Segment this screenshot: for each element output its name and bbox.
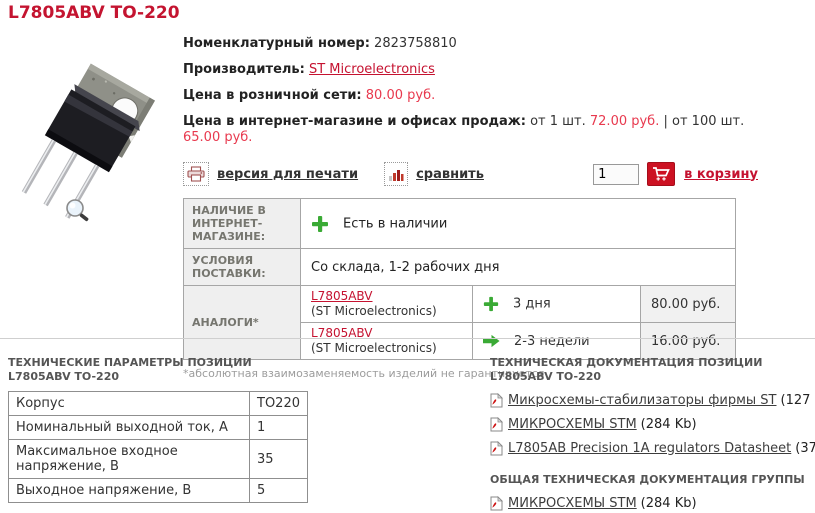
product-photo[interactable] bbox=[0, 60, 178, 310]
group-docs-list: МИКРОСХЕМЫ STM (284 Kb) bbox=[490, 494, 815, 512]
param-value: 5 bbox=[249, 478, 308, 503]
manufacturer-link[interactable]: ST Microelectronics bbox=[309, 62, 435, 77]
tech-params-subtitle: L7805ABV TO-220 bbox=[8, 370, 120, 383]
param-name: Корпус bbox=[8, 391, 250, 416]
pdf-icon bbox=[490, 440, 503, 455]
online-price-label: Цена в интернет-магазине и офисах продаж… bbox=[183, 114, 526, 129]
doc-size: (284 Kb) bbox=[640, 495, 697, 511]
online-price1: 72.00 руб. bbox=[589, 114, 660, 129]
analog-delivery-cell: 3 дня bbox=[472, 285, 641, 323]
nomenclature-value: 2823758810 bbox=[374, 36, 457, 51]
section-divider bbox=[0, 338, 815, 339]
list-item: МИКРОСХЕМЫ STM (284 Kb) bbox=[490, 415, 815, 433]
param-value: TO220 bbox=[249, 391, 308, 416]
print-button[interactable] bbox=[183, 162, 209, 186]
page-title: L7805ABV TO-220 bbox=[8, 3, 180, 23]
doc-link[interactable]: L7805AB Precision 1A regulators Datashee… bbox=[508, 441, 791, 456]
pdf-icon bbox=[490, 495, 503, 510]
tech-params-table: Корпус TO220 Номинальный выходной ток, А… bbox=[8, 391, 308, 503]
product-page: L7805ABV TO-220 Номенклатурный номер: 28… bbox=[0, 0, 815, 513]
to220-package-image bbox=[21, 63, 155, 219]
table-row: Номинальный выходной ток, А 1 bbox=[8, 415, 308, 440]
online-price2: 65.00 руб. bbox=[183, 130, 253, 145]
retail-price-line: Цена в розничной сети: 80.00 руб. bbox=[183, 88, 758, 104]
analog-delivery: 3 дня bbox=[513, 296, 551, 312]
cart-icon bbox=[653, 167, 670, 181]
doc-size: (127 Kb) bbox=[780, 392, 815, 408]
nomenclature-label: Номенклатурный номер: bbox=[183, 36, 370, 51]
online-qty2: от 100 шт. bbox=[672, 114, 745, 129]
availability-table: НАЛИЧИЕ В ИНТЕРНЕТ-МАГАЗИНЕ: Есть в нали… bbox=[183, 198, 736, 360]
plus-icon bbox=[312, 215, 328, 232]
param-value: 35 bbox=[249, 439, 308, 479]
param-name: Максимальное входное напряжение, В bbox=[8, 439, 250, 479]
arrow-right-icon bbox=[483, 334, 500, 348]
analog-name-cell: L7805ABV (ST Microelectronics) bbox=[300, 285, 473, 323]
doc-size: (372 Kb) bbox=[795, 440, 815, 456]
availability-label: НАЛИЧИЕ В ИНТЕРНЕТ-МАГАЗИНЕ: bbox=[183, 198, 301, 249]
bar-chart-icon bbox=[389, 170, 404, 181]
online-price-line: Цена в интернет-магазине и офисах продаж… bbox=[183, 114, 758, 146]
docs-title: ТЕХНИЧЕСКАЯ ДОКУМЕНТАЦИЯ ПОЗИЦИИ bbox=[490, 356, 763, 369]
product-toolbar: версия для печати сравнить в корзину bbox=[183, 160, 758, 188]
param-value: 1 bbox=[249, 415, 308, 440]
analogs-label: АНАЛОГИ* bbox=[183, 285, 301, 360]
analog-price: 80.00 руб. bbox=[640, 285, 736, 323]
param-name: Номинальный выходной ток, А bbox=[8, 415, 250, 440]
tech-params-section: ТЕХНИЧЕСКИЕ ПАРАМЕТРЫ ПОЗИЦИИ L7805ABV T… bbox=[8, 356, 308, 503]
product-info: Номенклатурный номер: 2823758810 Произво… bbox=[183, 36, 758, 380]
analog-delivery: 2-3 недели bbox=[514, 333, 590, 349]
plus-icon bbox=[483, 296, 499, 312]
doc-size: (284 Kb) bbox=[640, 416, 697, 432]
analog-name-cell: L7805ABV (ST Microelectronics) bbox=[300, 322, 473, 360]
print-version-link[interactable]: версия для печати bbox=[217, 167, 358, 182]
doc-link[interactable]: Микросхемы-стабилизаторы фирмы ST bbox=[508, 393, 777, 408]
analog-link[interactable]: L7805ABV bbox=[311, 289, 373, 303]
pdf-icon bbox=[490, 392, 503, 407]
nomenclature-line: Номенклатурный номер: 2823758810 bbox=[183, 36, 758, 52]
docs-section: ТЕХНИЧЕСКАЯ ДОКУМЕНТАЦИЯ ПОЗИЦИИ L7805AB… bbox=[490, 356, 815, 513]
doc-link[interactable]: МИКРОСХЕМЫ STM bbox=[508, 496, 637, 511]
table-row: Выходное напряжение, В 5 bbox=[8, 478, 308, 503]
doc-link[interactable]: МИКРОСХЕМЫ STM bbox=[508, 417, 637, 432]
manufacturer-label: Производитель: bbox=[183, 62, 305, 77]
online-qty1: от 1 шт. bbox=[530, 114, 586, 129]
compare-link[interactable]: сравнить bbox=[416, 167, 484, 182]
analog-price: 16.00 руб. bbox=[640, 322, 736, 360]
param-name: Выходное напряжение, В bbox=[8, 478, 250, 503]
retail-price-value: 80.00 руб. bbox=[365, 88, 436, 103]
quantity-input[interactable] bbox=[593, 163, 640, 185]
delivery-terms-value: Со склада, 1-2 рабочих дня bbox=[300, 248, 736, 286]
list-item: МИКРОСХЕМЫ STM (284 Kb) bbox=[490, 494, 815, 512]
docs-subtitle: L7805ABV TO-220 bbox=[490, 370, 602, 383]
tech-params-title: ТЕХНИЧЕСКИЕ ПАРАМЕТРЫ ПОЗИЦИИ bbox=[8, 356, 252, 369]
analog-row: АНАЛОГИ* L7805ABV (ST Microelectronics) … bbox=[183, 285, 736, 360]
manufacturer-line: Производитель: ST Microelectronics bbox=[183, 62, 758, 78]
table-row: Максимальное входное напряжение, В 35 bbox=[8, 439, 308, 479]
docs-list: Микросхемы-стабилизаторы фирмы ST (127 K… bbox=[490, 391, 815, 457]
availability-row: НАЛИЧИЕ В ИНТЕРНЕТ-МАГАЗИНЕ: Есть в нали… bbox=[183, 198, 736, 249]
price-separator: | bbox=[663, 114, 668, 129]
pdf-icon bbox=[490, 416, 503, 431]
compare-button[interactable] bbox=[384, 162, 409, 186]
list-item: L7805AB Precision 1A regulators Datashee… bbox=[490, 439, 815, 457]
availability-status: Есть в наличии bbox=[343, 216, 448, 231]
delivery-terms-row: УСЛОВИЯ ПОСТАВКИ: Со склада, 1-2 рабочих… bbox=[183, 248, 736, 286]
magnifier-icon[interactable] bbox=[62, 196, 92, 226]
retail-price-label: Цена в розничной сети: bbox=[183, 88, 362, 103]
delivery-terms-label: УСЛОВИЯ ПОСТАВКИ: bbox=[183, 248, 301, 286]
add-to-cart-link[interactable]: в корзину bbox=[684, 167, 758, 182]
analog-delivery-cell: 2-3 недели bbox=[472, 322, 641, 360]
add-to-cart-button[interactable] bbox=[647, 162, 676, 186]
list-item: Микросхемы-стабилизаторы фирмы ST (127 K… bbox=[490, 391, 815, 409]
analog-manufacturer: (ST Microelectronics) bbox=[311, 304, 437, 318]
table-row: Корпус TO220 bbox=[8, 391, 308, 416]
group-docs-title: ОБЩАЯ ТЕХНИЧЕСКАЯ ДОКУМЕНТАЦИЯ ГРУППЫ bbox=[490, 473, 805, 486]
availability-value-cell: Есть в наличии bbox=[300, 198, 736, 249]
printer-icon bbox=[187, 166, 205, 182]
analog-manufacturer: (ST Microelectronics) bbox=[311, 341, 437, 355]
